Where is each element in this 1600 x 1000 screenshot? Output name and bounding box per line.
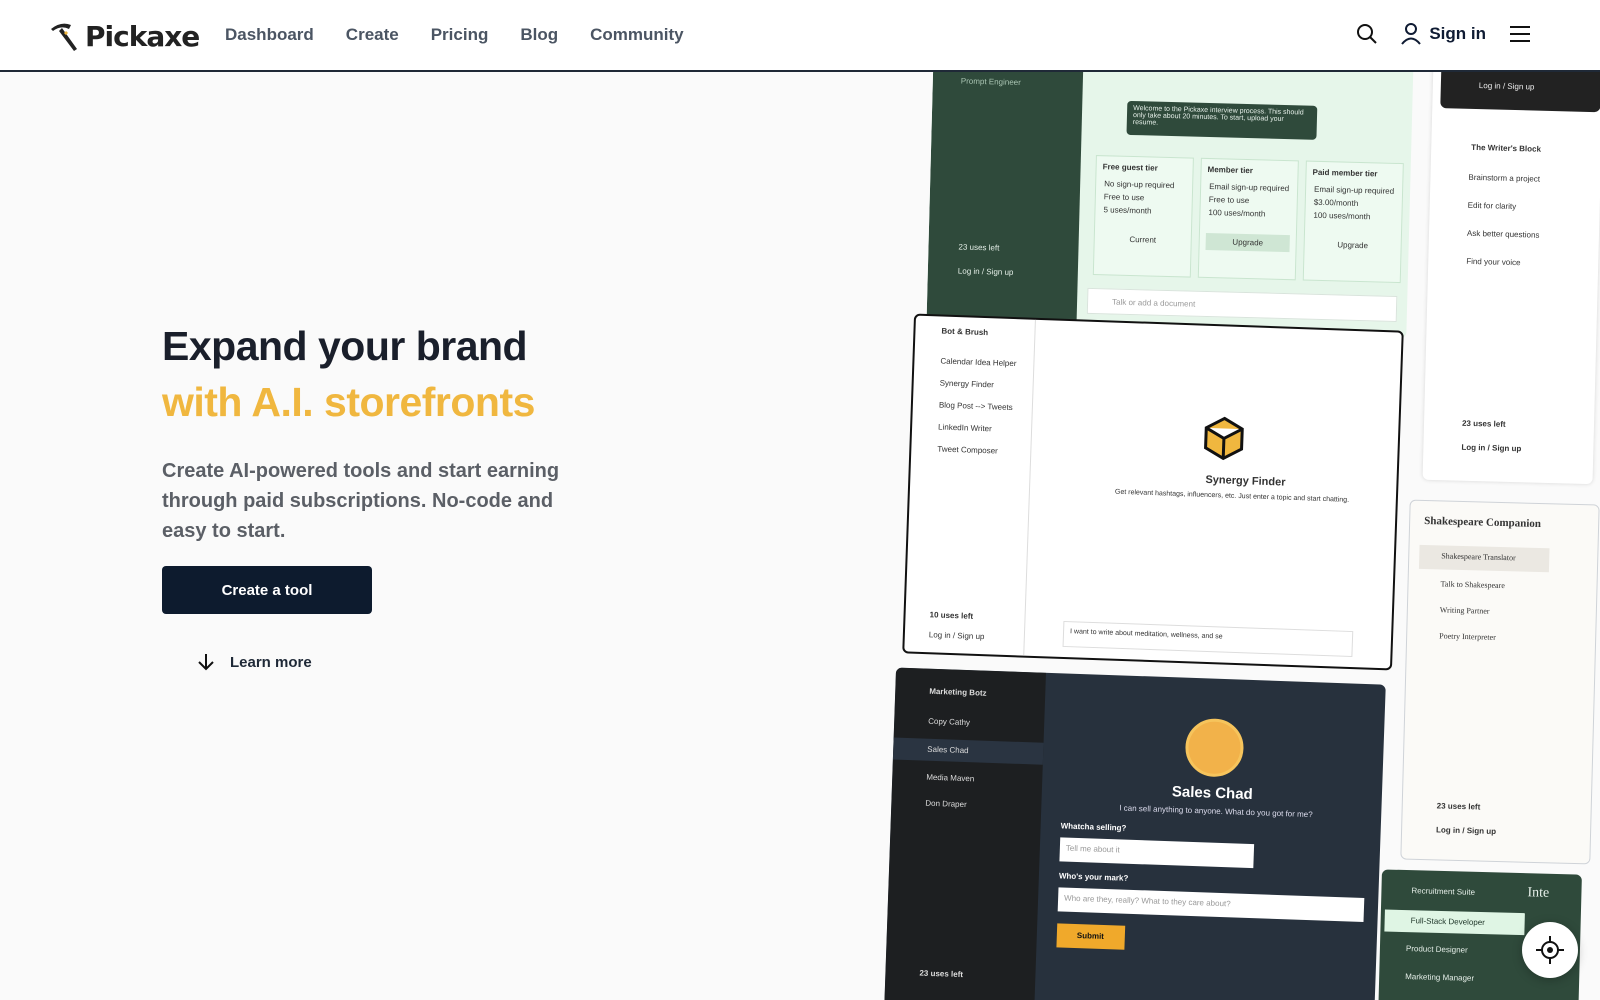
synergy-finder-card: Bot & Brush Calendar Idea Helper Synergy… bbox=[902, 313, 1404, 671]
nav-link-dashboard[interactable]: Dashboard bbox=[225, 25, 314, 45]
crosshair-icon bbox=[1536, 936, 1564, 964]
marketing-sidebar: Marketing Botz Copy Cathy Sales Chad Med… bbox=[884, 667, 1046, 1000]
login-link[interactable]: Log in / Sign up bbox=[1461, 443, 1521, 454]
sidebar-item[interactable]: LinkedIn Writer bbox=[938, 422, 992, 433]
partial-heading: Inte bbox=[1527, 885, 1550, 901]
brand-logo[interactable]: Pickaxe bbox=[47, 19, 200, 53]
sidebar-title: Marketing Botz bbox=[929, 686, 987, 698]
nav-links: Dashboard Create Pricing Blog Community bbox=[225, 25, 684, 45]
sidebar-title: Prompt Engineer bbox=[960, 76, 1021, 88]
assistant-fab-button[interactable] bbox=[1522, 922, 1578, 978]
hero-section: Expand your brand with A.I. storefronts … bbox=[162, 318, 642, 546]
shakespeare-title: Shakespeare Companion bbox=[1424, 514, 1542, 531]
sidebar-item[interactable]: Product Designer bbox=[1406, 944, 1468, 955]
user-icon bbox=[1401, 23, 1422, 45]
tier-button[interactable]: Current bbox=[1101, 230, 1185, 249]
top-navbar: Pickaxe Dashboard Create Pricing Blog Co… bbox=[0, 0, 1600, 72]
uses-left: 23 uses left bbox=[958, 242, 1000, 253]
sidebar-item[interactable]: Copy Cathy bbox=[928, 717, 970, 727]
pickaxe-icon bbox=[51, 23, 77, 51]
bot-tagline: I can sell anything to anyone. What do y… bbox=[1119, 803, 1313, 820]
writers-title: The Writer's Block bbox=[1471, 142, 1542, 154]
sidebar-item[interactable]: Media Maven bbox=[926, 773, 974, 784]
uses-left: 10 uses left bbox=[929, 610, 974, 621]
shakespeare-item[interactable]: Talk to Shakespeare bbox=[1440, 579, 1505, 590]
cube-icon bbox=[1204, 416, 1244, 461]
sidebar-item[interactable]: Tweet Composer bbox=[937, 444, 998, 455]
synergy-input[interactable]: I want to write about meditation, wellne… bbox=[1062, 620, 1354, 658]
tier-member: Member tier Email sign-up required Free … bbox=[1197, 157, 1299, 281]
arrow-down-icon bbox=[198, 654, 214, 671]
search-icon[interactable] bbox=[1355, 22, 1379, 46]
synergy-desc: Get relevant hashtags, influencers, etc.… bbox=[1114, 488, 1350, 504]
submit-button[interactable]: Submit bbox=[1056, 923, 1126, 950]
sidebar-item[interactable]: Blog Post --> Tweets bbox=[939, 400, 1013, 412]
writers-item[interactable]: Edit for clarity bbox=[1468, 201, 1517, 211]
sign-in-button[interactable]: Sign in bbox=[1401, 23, 1486, 45]
create-tool-button[interactable]: Create a tool bbox=[162, 566, 372, 614]
nav-link-blog[interactable]: Blog bbox=[520, 25, 558, 45]
tier-button[interactable]: Upgrade bbox=[1310, 236, 1394, 255]
nav-actions: Sign in bbox=[1355, 22, 1532, 46]
question-label: Who's your mark? bbox=[1058, 871, 1129, 883]
bot-title: Sales Chad bbox=[1171, 783, 1254, 804]
avatar bbox=[1184, 717, 1245, 778]
answer-input[interactable]: Tell me about it bbox=[1059, 837, 1255, 869]
brand-name: Pickaxe bbox=[85, 19, 200, 53]
tier-name: Member tier bbox=[1207, 164, 1254, 176]
sidebar-item-active[interactable]: Sales Chad bbox=[892, 737, 1044, 765]
uses-left: 23 uses left bbox=[1461, 418, 1506, 429]
sidebar-item[interactable]: Synergy Finder bbox=[940, 378, 995, 389]
synergy-title: Synergy Finder bbox=[1205, 473, 1286, 489]
tier-paid: Paid member tier Email sign-up required … bbox=[1302, 160, 1404, 284]
chat-input[interactable]: Talk or add a document bbox=[1086, 287, 1398, 322]
login-link[interactable]: Log in / Sign up bbox=[958, 266, 1014, 276]
login-link[interactable]: Log in / Sign up bbox=[1479, 81, 1535, 91]
hero-title: Expand your brand bbox=[162, 323, 528, 369]
nav-link-community[interactable]: Community bbox=[590, 25, 684, 45]
writers-block-card: Log in / Sign up The Writer's Block Brai… bbox=[1422, 72, 1600, 485]
answer-input[interactable]: Who are they, really? What to they care … bbox=[1057, 887, 1365, 923]
nav-link-create[interactable]: Create bbox=[346, 25, 399, 45]
welcome-message: Welcome to the Pickaxe interview process… bbox=[1126, 100, 1318, 140]
marketing-botz-card: Marketing Botz Copy Cathy Sales Chad Med… bbox=[884, 667, 1386, 1000]
shakespeare-item[interactable]: Writing Partner bbox=[1440, 605, 1490, 615]
shakespeare-card: Shakespeare Companion Shakespeare Transl… bbox=[1400, 499, 1600, 865]
question-label: Whatcha selling? bbox=[1060, 821, 1127, 833]
sidebar-item[interactable]: Don Draper bbox=[925, 799, 967, 809]
learn-more-link[interactable]: Learn more bbox=[196, 652, 312, 672]
uses-left: 23 uses left bbox=[919, 968, 964, 980]
sidebar-item[interactable]: Marketing Manager bbox=[1405, 972, 1474, 983]
tier-name: Paid member tier bbox=[1312, 167, 1378, 179]
shakespeare-item-active[interactable]: Shakespeare Translator bbox=[1418, 544, 1550, 573]
sidebar-item[interactable]: Calendar Idea Helper bbox=[940, 357, 1016, 369]
tier-item: 5 uses/month bbox=[1103, 205, 1152, 216]
interview-card: Prompt Engineer 23 uses left Log in / Si… bbox=[926, 72, 1414, 339]
tier-name: Free guest tier bbox=[1102, 162, 1158, 173]
sidebar-title: Bot & Brush bbox=[941, 326, 989, 338]
sidebar-item-active[interactable]: Full-Stack Developer bbox=[1384, 909, 1525, 936]
writers-item[interactable]: Ask better questions bbox=[1467, 229, 1540, 240]
writers-item[interactable]: Find your voice bbox=[1466, 257, 1520, 267]
tier-item: 100 uses/month bbox=[1208, 208, 1266, 219]
tier-button[interactable]: Upgrade bbox=[1205, 232, 1290, 253]
shakespeare-item[interactable]: Poetry Interpreter bbox=[1439, 631, 1496, 641]
nav-link-pricing[interactable]: Pricing bbox=[431, 25, 489, 45]
sidebar-title: Recruitment Suite bbox=[1411, 886, 1476, 897]
learn-more-label: Learn more bbox=[230, 653, 312, 671]
sign-in-label: Sign in bbox=[1429, 24, 1486, 43]
interview-sidebar: Prompt Engineer 23 uses left Log in / Si… bbox=[926, 72, 1084, 330]
writers-item[interactable]: Brainstorm a project bbox=[1468, 173, 1540, 184]
login-link[interactable]: Log in / Sign up bbox=[929, 630, 985, 641]
hamburger-menu-icon[interactable] bbox=[1508, 22, 1532, 46]
synergy-sidebar: Bot & Brush Calendar Idea Helper Synergy… bbox=[904, 315, 1036, 660]
tier-item: 100 uses/month bbox=[1313, 210, 1371, 222]
uses-left: 23 uses left bbox=[1436, 801, 1481, 812]
product-collage: Prompt Engineer 23 uses left Log in / Si… bbox=[880, 72, 1600, 1000]
login-link[interactable]: Log in / Sign up bbox=[1436, 825, 1496, 836]
hero-subtitle: Create AI-powered tools and start earnin… bbox=[162, 460, 560, 542]
tier-free: Free guest tier No sign-up required Free… bbox=[1092, 155, 1194, 278]
hero-title-accent: with A.I. storefronts bbox=[162, 379, 535, 425]
